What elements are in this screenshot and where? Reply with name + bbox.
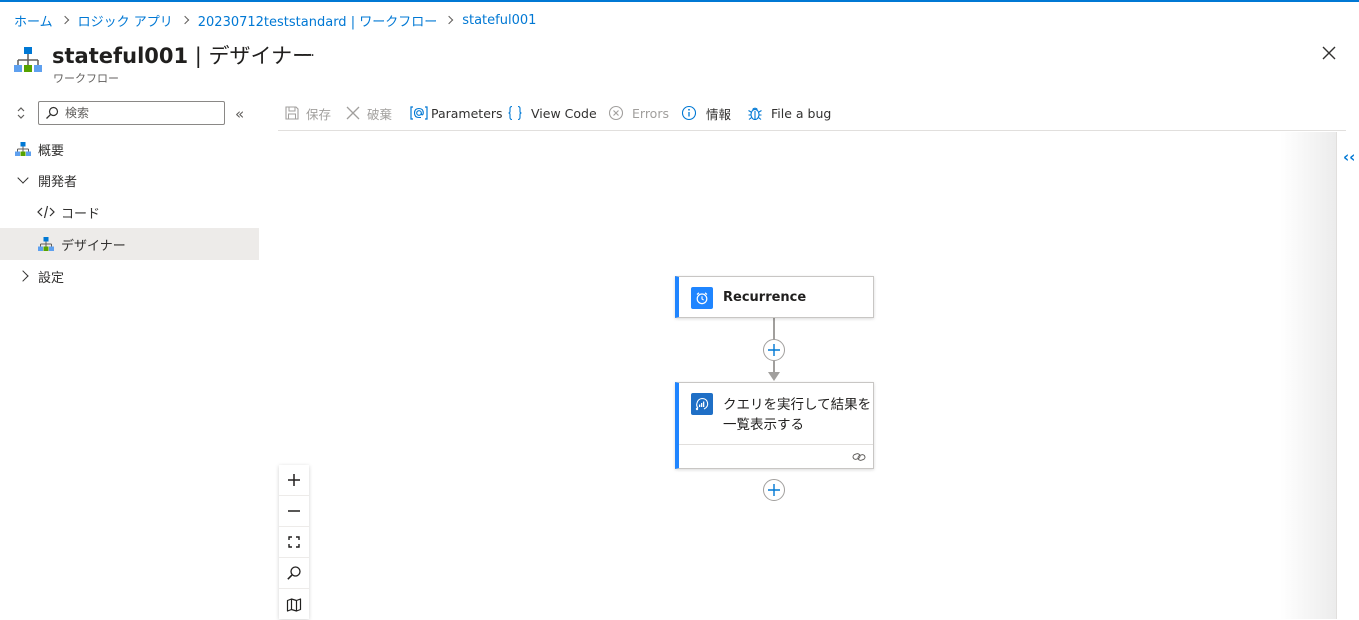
sort-icon[interactable] <box>16 106 26 120</box>
more-options-button[interactable]: … <box>300 42 316 60</box>
workflow-icon <box>37 235 55 253</box>
breadcrumb-separator-icon <box>60 15 69 25</box>
node-footer <box>679 444 873 445</box>
add-step-button[interactable] <box>763 339 785 361</box>
sidebar-item-overview[interactable]: 概要 <box>0 133 259 165</box>
sidebar-item-label: 開発者 <box>38 174 78 190</box>
view-code-button[interactable]: View Code <box>507 103 597 123</box>
view-code-label: View Code <box>531 105 597 121</box>
errors-button[interactable]: Errors <box>608 103 669 123</box>
connector-arrow <box>768 372 780 381</box>
node-title: クエリを実行して結果を一覧表示する <box>723 397 872 433</box>
collapsed-right-panel <box>1336 132 1359 619</box>
page-subtitle: ワークフロー <box>53 72 119 85</box>
breadcrumb-workflows[interactable]: 20230712teststandard | ワークフロー <box>198 11 437 30</box>
breadcrumb-home[interactable]: ホーム <box>14 11 53 30</box>
search-icon <box>46 106 59 119</box>
breadcrumb: ホーム ロジック アプリ 20230712teststandard | ワークフ… <box>14 11 536 30</box>
discard-icon <box>346 106 360 120</box>
fit-view-icon <box>288 536 300 548</box>
search-canvas-button[interactable] <box>279 558 309 589</box>
info-icon <box>681 105 697 121</box>
breadcrumb-logic-apps[interactable]: ロジック アプリ <box>78 11 173 30</box>
page-title-main: stateful001 <box>52 44 189 68</box>
link-icon[interactable] <box>852 450 866 464</box>
minus-icon <box>288 510 300 512</box>
error-icon <box>608 105 624 121</box>
parameters-icon <box>410 106 428 120</box>
save-label: 保存 <box>306 106 332 122</box>
chevron-right-icon <box>14 267 32 285</box>
zoom-controls <box>279 465 309 619</box>
map-icon <box>286 597 302 612</box>
breadcrumb-separator-icon <box>180 15 190 25</box>
workflow-icon <box>14 47 42 72</box>
plus-icon <box>768 344 780 356</box>
collapse-sidebar-button[interactable]: « <box>235 105 244 123</box>
braces-icon <box>508 105 522 121</box>
canvas-edge-shadow <box>1280 132 1336 619</box>
sidebar-item-developer[interactable]: 開発者 <box>0 164 259 196</box>
bug-icon <box>748 107 762 121</box>
page-title-rest: | デザイナー <box>188 44 314 68</box>
plus-icon <box>288 474 300 486</box>
fit-view-button[interactable] <box>279 527 309 558</box>
zoom-out-button[interactable] <box>279 496 309 527</box>
add-step-button[interactable] <box>763 479 785 501</box>
minimap-button[interactable] <box>279 589 309 620</box>
breadcrumb-current[interactable]: stateful001 <box>462 13 536 28</box>
search-box[interactable] <box>38 101 225 125</box>
workflow-icon <box>14 140 32 158</box>
cosmos-icon <box>691 393 713 415</box>
workflow-node-query[interactable]: クエリを実行して結果を一覧表示する <box>675 382 874 469</box>
save-icon <box>285 106 299 120</box>
page-title: stateful001 | デザイナー <box>52 40 313 70</box>
top-accent-line <box>0 0 1359 2</box>
info-button[interactable]: 情報 <box>681 103 731 123</box>
expand-panel-button[interactable]: ‹‹ <box>1343 148 1355 166</box>
sidebar-item-code[interactable]: コード <box>0 196 259 228</box>
close-icon[interactable] <box>1320 44 1338 62</box>
sidebar-item-settings[interactable]: 設定 <box>0 260 259 292</box>
sidebar-item-designer[interactable]: デザイナー <box>0 228 259 260</box>
sidebar-item-label: デザイナー <box>61 238 126 254</box>
file-bug-button[interactable]: File a bug <box>747 103 831 123</box>
search-icon <box>287 566 301 580</box>
file-bug-label: File a bug <box>771 105 832 121</box>
sidebar-item-label: 設定 <box>38 270 65 286</box>
sidebar-item-label: 概要 <box>38 143 65 159</box>
zoom-in-button[interactable] <box>279 465 309 496</box>
save-button[interactable]: 保存 <box>284 103 331 123</box>
designer-canvas[interactable] <box>278 132 1334 619</box>
clock-icon <box>691 287 713 309</box>
connector-line <box>773 318 775 340</box>
info-label: 情報 <box>706 106 732 122</box>
workflow-node-recurrence[interactable]: Recurrence <box>675 276 874 318</box>
parameters-button[interactable]: Parameters <box>410 103 503 123</box>
breadcrumb-separator-icon <box>444 15 454 25</box>
parameters-label: Parameters <box>431 105 503 121</box>
designer-toolbar: 保存 破棄 Parameters View Code Errors 情報 Fil… <box>278 98 1346 131</box>
search-input[interactable] <box>65 106 215 120</box>
discard-label: 破棄 <box>367 106 393 122</box>
discard-button[interactable]: 破棄 <box>345 103 392 123</box>
node-title: Recurrence <box>723 290 807 305</box>
chevron-down-icon <box>14 171 32 189</box>
errors-label: Errors <box>632 105 669 121</box>
sidebar-item-label: コード <box>61 206 101 222</box>
plus-icon <box>768 484 780 496</box>
code-icon <box>37 203 55 221</box>
